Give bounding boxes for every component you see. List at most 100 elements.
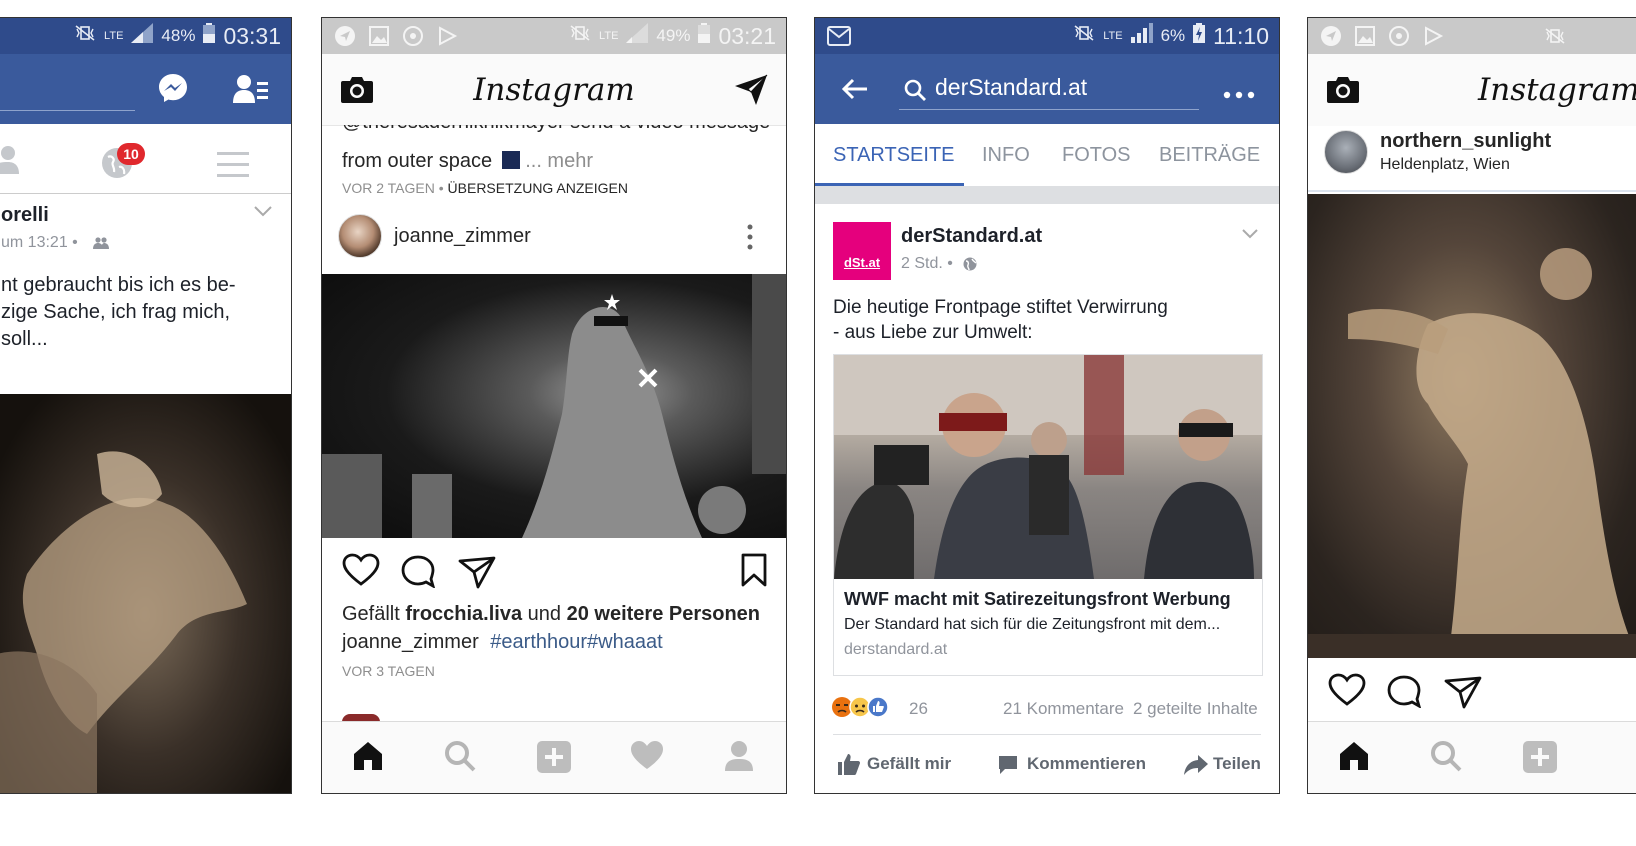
post-username[interactable]: joanne_zimmer [394,225,531,248]
lte-indicator: LTE [1103,29,1123,42]
post-options-icon[interactable] [746,224,754,255]
home-icon[interactable] [1338,740,1370,777]
page-name[interactable]: derStandard.at [901,225,1042,248]
profile-icon[interactable] [724,740,754,777]
page-tabs: STARTSEITE INFO FOTOS BEITRÄGE [815,124,1279,186]
link-preview-card[interactable]: WWF macht mit Satirezeitungsfront Werbun… [833,354,1263,676]
like-heart-icon[interactable] [1328,673,1366,712]
post-location[interactable]: Heldenplatz, Wien [1380,156,1510,174]
previous-post-age: VOR 2 TAGEN • [342,180,444,196]
facebook-tab-bar: 10 [0,124,291,194]
search-underline [899,109,1199,110]
post-photo-statue[interactable] [1308,194,1636,658]
tab-startseite[interactable]: STARTSEITE [833,144,955,167]
camera-icon[interactable] [1326,74,1360,109]
post-header: northern_sunlight Heldenplatz, Wien [1308,126,1636,192]
likes-username[interactable]: frocchia.liva [405,603,522,625]
comment-bubble-icon [997,754,1019,781]
menu-hamburger-icon[interactable] [217,152,249,183]
comment-button[interactable]: Kommentieren [997,752,1167,778]
search-input[interactable]: derStandard.at [935,74,1087,101]
search-icon[interactable] [1430,740,1462,777]
friends-privacy-icon [93,236,109,254]
comment-icon[interactable] [1386,674,1422,713]
add-post-icon[interactable] [1522,740,1558,779]
likes-others-link[interactable]: 20 weitere Personen [567,603,760,625]
share-button[interactable]: Teilen [1183,752,1273,778]
post-text-line-2: - aus Liebe zur Umwelt: [833,322,1033,343]
post-meta: 2 Std. • [901,255,953,272]
gmail-notification-icon [827,18,851,54]
lte-indicator: LTE [104,29,124,42]
vibrate-mute-icon [569,24,591,48]
friend-requests-icon[interactable] [233,74,269,109]
post-text-line-1: nt gebraucht bis ich es be- [1,274,236,296]
previous-post-partial-line: @theresaderniknikmayer send a video mess… [342,125,770,137]
comment-icon[interactable] [400,554,436,593]
battery-percent: 49% [656,26,691,45]
add-post-icon[interactable] [536,740,572,779]
mention-text[interactable]: @theresaderniknikmayer send a video mess… [342,125,770,133]
sync-notification-icon [403,26,423,46]
location-notification-icon [1321,26,1341,46]
caption-username[interactable]: joanne_zimmer [342,631,479,653]
direct-message-icon[interactable] [734,74,768,111]
share-icon[interactable] [1444,675,1482,714]
avatar[interactable] [338,214,382,258]
reactions-count[interactable]: 26 [909,699,928,719]
post-time: um 13:21 • [1,234,78,251]
post-username[interactable]: northern_sunlight [1380,130,1551,153]
sync-notification-icon [1389,26,1409,46]
caption-hashtags[interactable]: #earthhour#whaaat [490,631,662,653]
location-notification-icon [335,26,355,46]
play-notification-icon [1425,26,1444,46]
share-icon[interactable] [458,555,496,594]
signal-icon [1130,23,1153,49]
post-age: VOR 3 TAGEN [342,663,435,679]
like-button[interactable]: Gefällt mir [837,752,977,778]
post-text-line-2: zige Sache, ich frag mich, [1,301,230,323]
messenger-icon[interactable] [157,72,189,109]
activity-heart-icon[interactable] [630,740,664,775]
clock: 03:31 [223,22,281,49]
page-logo[interactable]: dSt.at [833,222,891,280]
lte-indicator: LTE [599,29,619,42]
share-arrow-icon [1183,754,1209,781]
comments-count[interactable]: 21 Kommentare [1003,699,1124,719]
post-author[interactable]: orelli [1,204,49,227]
phone-facebook-page: LTE 6% 11:10 derStandard.at STARTSEITE I… [814,17,1280,794]
notification-icons [1320,18,1444,54]
instagram-logo: Instagram [1478,72,1636,108]
tab-beitraege[interactable]: BEITRÄGE [1159,144,1260,167]
tab-fotos[interactable]: FOTOS [1062,144,1131,167]
vibrate-mute-icon [1073,24,1095,48]
like-button-label: Gefällt mir [867,754,952,773]
facebook-top-bar [0,54,291,124]
post-photo-blindfolded-statue[interactable] [322,274,786,538]
bookmark-icon[interactable] [740,553,768,592]
shares-count[interactable]: 2 geteilte Inhalte [1133,699,1258,719]
gallery-notification-icon [1355,26,1375,46]
tab-info[interactable]: INFO [982,144,1030,167]
post-options-chevron-icon[interactable] [1241,226,1259,244]
battery-charging-icon [1193,23,1206,49]
link-preview-image [834,355,1262,579]
post-options-chevron-icon[interactable] [253,204,273,222]
avatar[interactable] [1324,130,1368,174]
reaction-icons[interactable] [831,696,911,720]
home-icon[interactable] [352,740,384,777]
like-heart-icon[interactable] [342,553,380,592]
separator [815,186,1279,204]
previous-post-caption: from outer space ... mehr [342,150,593,173]
friends-tab-icon[interactable] [0,144,19,181]
more-link[interactable]: ... mehr [525,150,593,172]
more-options-icon[interactable] [1223,86,1255,104]
link-title[interactable]: WWF macht mit Satirezeitungsfront Werbun… [844,589,1231,610]
search-icon[interactable] [444,740,476,777]
like-reaction-icon [867,696,889,723]
share-button-label: Teilen [1213,754,1261,773]
back-arrow-icon[interactable] [841,78,869,105]
comment-button-label: Kommentieren [1027,754,1147,773]
post-photo-equestrian-statue[interactable] [0,394,291,793]
translate-link[interactable]: ÜBERSETZUNG ANZEIGEN [448,180,628,196]
